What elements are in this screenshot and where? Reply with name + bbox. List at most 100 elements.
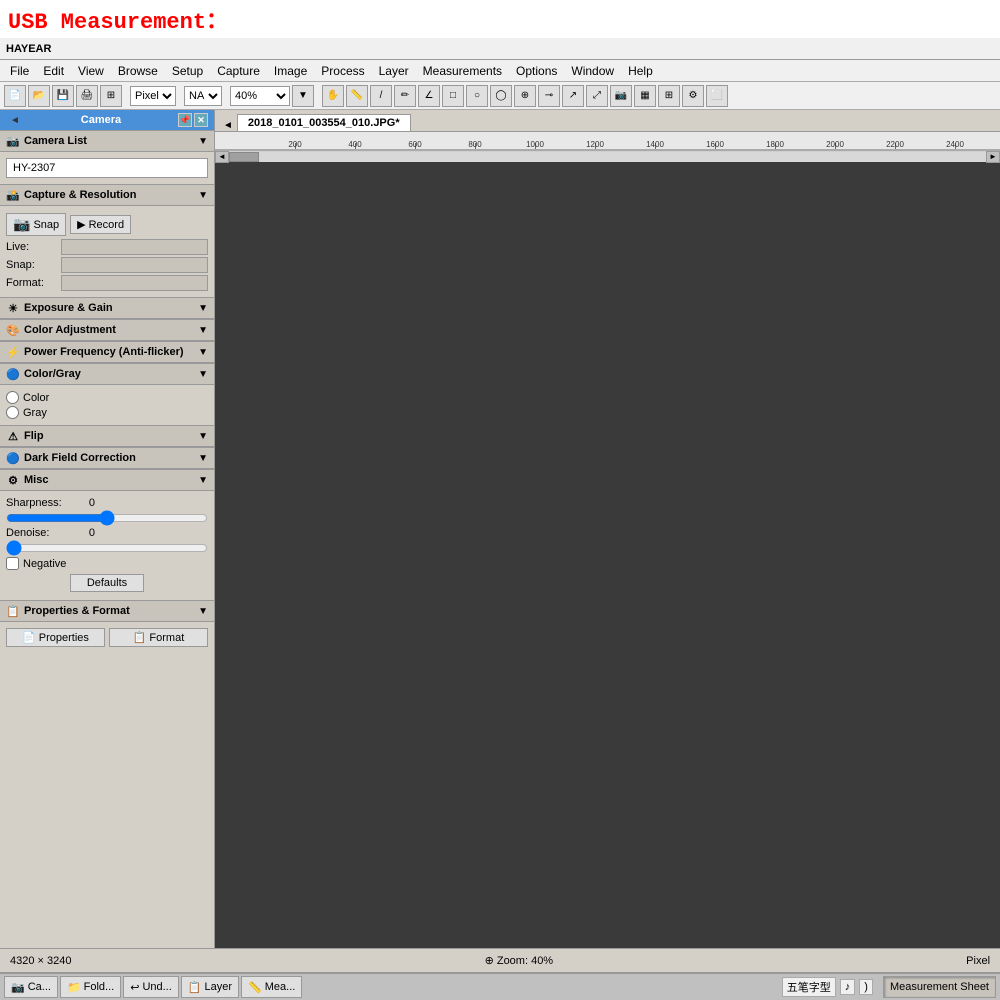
menu-item-layer[interactable]: Layer	[373, 62, 415, 80]
menu-item-setup[interactable]: Setup	[166, 62, 209, 80]
menu-item-process[interactable]: Process	[315, 62, 370, 80]
defaults-button[interactable]: Defaults	[70, 574, 144, 592]
live-input[interactable]	[61, 239, 208, 255]
zoom-status: ⊕ Zoom: 40%	[481, 954, 558, 967]
color-gray-content: Color Gray	[0, 385, 214, 425]
taskbar-camera[interactable]: 📷 Ca...	[4, 976, 58, 998]
exposure-icon: ☀	[6, 301, 20, 315]
properties-button[interactable]: 📄 Properties	[6, 628, 105, 647]
zoom-select[interactable]: 40%	[230, 86, 290, 106]
color-radio[interactable]	[6, 391, 19, 404]
menu-item-file[interactable]: File	[4, 62, 35, 80]
menu-item-browse[interactable]: Browse	[112, 62, 164, 80]
settings-btn[interactable]: ⚙	[682, 85, 704, 107]
circle-btn[interactable]: ○	[466, 85, 488, 107]
arrow-nav[interactable]: ◄	[219, 120, 237, 131]
taskbar: 📷 Ca... 📁 Fold... ↩ Und... 📋 Layer 📏 Mea…	[0, 972, 1000, 1000]
properties-section[interactable]: 📋 Properties & Format ▼	[0, 600, 214, 622]
play-icon: ▶	[77, 218, 85, 231]
print-btn[interactable]: 🖨	[76, 85, 98, 107]
zoom-down-btn[interactable]: ▼	[292, 85, 314, 107]
ime-close[interactable]: )	[859, 979, 873, 995]
format-input[interactable]	[61, 275, 208, 291]
sharpness-slider[interactable]	[6, 511, 208, 525]
grid2-btn[interactable]: ▦	[634, 85, 656, 107]
menu-item-capture[interactable]: Capture	[211, 62, 266, 80]
measurement-sheet-btn[interactable]: Measurement Sheet	[883, 976, 996, 998]
table-btn[interactable]: ⊞	[658, 85, 680, 107]
app-bar: HAYEAR	[0, 38, 1000, 60]
menu-item-options[interactable]: Options	[510, 62, 563, 80]
exposure-section[interactable]: ☀ Exposure & Gain ▼	[0, 297, 214, 319]
arrow-btn[interactable]: ↗	[562, 85, 584, 107]
format-button[interactable]: 📋 Format	[109, 628, 208, 647]
gray-radio[interactable]	[6, 406, 19, 419]
misc-section[interactable]: ⚙ Misc ▼	[0, 469, 214, 491]
save-btn[interactable]: 💾	[52, 85, 74, 107]
flip-section[interactable]: ⚠ Flip ▼	[0, 425, 214, 447]
rect-btn[interactable]: □	[442, 85, 464, 107]
menu-item-edit[interactable]: Edit	[37, 62, 70, 80]
camera-item[interactable]: HY-2307	[6, 158, 208, 178]
point-btn[interactable]: ⊕	[514, 85, 536, 107]
export-btn[interactable]: ⬜	[706, 85, 728, 107]
toolbar: 📄 📂 💾 🖨 ⊞ Pixel NA 40% ▼ ✋ 📏 / ✏ ∠ □ ○ ◯…	[0, 82, 1000, 110]
menu-item-window[interactable]: Window	[565, 62, 620, 80]
snap-button[interactable]: 📷 Snap	[6, 213, 66, 236]
taskbar-mea-icon: 📏	[248, 981, 262, 994]
misc-arrow: ▼	[198, 475, 208, 486]
negative-checkbox[interactable]	[6, 557, 19, 570]
menu-item-measurements[interactable]: Measurements	[417, 62, 508, 80]
ime-toggle[interactable]: 五笔字型	[782, 977, 836, 997]
power-freq-section[interactable]: ⚡ Power Frequency (Anti-flicker) ▼	[0, 341, 214, 363]
scroll-right-btn[interactable]: ►	[986, 151, 1000, 163]
grid-btn[interactable]: ⊞	[100, 85, 122, 107]
denoise-slider[interactable]	[6, 541, 208, 555]
taskbar-folder-label: Fold...	[84, 981, 115, 993]
hand-tool[interactable]: ✋	[322, 85, 344, 107]
taskbar-layer[interactable]: 📋 Layer	[181, 976, 239, 998]
taskbar-folder[interactable]: 📁 Fold...	[60, 976, 121, 998]
active-tab[interactable]: 2018_0101_003554_010.JPG*	[237, 114, 411, 131]
line-btn[interactable]: /	[370, 85, 392, 107]
color-gray-section[interactable]: 🔵 Color/Gray ▼	[0, 363, 214, 385]
title-bar: USB Measurement：	[0, 0, 1000, 38]
color-adj-section[interactable]: 🎨 Color Adjustment ▼	[0, 319, 214, 341]
h-scrollbar: ◄ ►	[215, 150, 1000, 162]
menu-item-help[interactable]: Help	[622, 62, 659, 80]
format-label: Format:	[6, 277, 61, 289]
capture-section[interactable]: 📸 Capture & Resolution ▼	[0, 184, 214, 206]
menu-item-view[interactable]: View	[72, 62, 110, 80]
ime-music[interactable]: ♪	[840, 979, 856, 995]
dark-field-arrow: ▼	[198, 453, 208, 464]
dark-field-section[interactable]: 🔵 Dark Field Correction ▼	[0, 447, 214, 469]
color-gray-label: Color/Gray	[24, 368, 81, 380]
camera-tool[interactable]: 📷	[610, 85, 632, 107]
measure-btn[interactable]: 📏	[346, 85, 368, 107]
ellipse-btn[interactable]: ◯	[490, 85, 512, 107]
scroll-track[interactable]	[229, 152, 986, 162]
taskbar-undo[interactable]: ↩ Und...	[123, 976, 179, 998]
open-btn[interactable]: 📂	[28, 85, 50, 107]
flip-arrow: ▼	[198, 431, 208, 442]
scroll-thumb[interactable]	[229, 152, 259, 162]
record-button[interactable]: ▶ Record	[70, 215, 131, 234]
scroll-left-btn[interactable]: ◄	[215, 151, 229, 163]
taskbar-mea[interactable]: 📏 Mea...	[241, 976, 302, 998]
new-btn[interactable]: 📄	[4, 85, 26, 107]
menu-bar: FileEditViewBrowseSetupCaptureImageProce…	[0, 60, 1000, 82]
snap-input[interactable]	[61, 257, 208, 273]
sharpness-val: 0	[75, 497, 95, 509]
panel-pin-btn[interactable]: 📌	[178, 113, 192, 127]
move-btn[interactable]: ⤢	[586, 85, 608, 107]
misc-content: Sharpness: 0 Denoise: 0 Negative Default…	[0, 491, 214, 600]
path-btn[interactable]: ⊸	[538, 85, 560, 107]
pen-btn[interactable]: ✏	[394, 85, 416, 107]
panel-close-btn[interactable]: ✕	[194, 113, 208, 127]
arrow-left[interactable]: ◄	[6, 115, 24, 126]
na-select[interactable]: NA	[184, 86, 222, 106]
angle-btn[interactable]: ∠	[418, 85, 440, 107]
pixel-select[interactable]: Pixel	[130, 86, 176, 106]
menu-item-image[interactable]: Image	[268, 62, 313, 80]
camera-list-section[interactable]: 📷 Camera List ▼	[0, 130, 214, 152]
